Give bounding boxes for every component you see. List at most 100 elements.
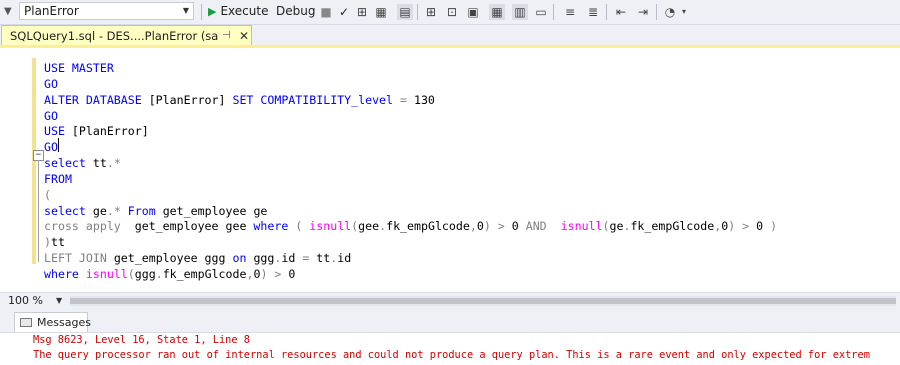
query-options-icon[interactable]: ▦ xyxy=(373,4,389,20)
code-token: SET COMPATIBILITY_level xyxy=(232,92,400,107)
code-line[interactable]: ( xyxy=(44,188,777,204)
code-token: 0 xyxy=(288,266,296,281)
database-select[interactable]: PlanError ▼ xyxy=(19,2,194,20)
query-editor[interactable]: − USE MASTER GO ALTER DATABASE [PlanError]… xyxy=(0,48,900,292)
code-line[interactable]: GO xyxy=(44,77,777,93)
toolbar-separator xyxy=(656,4,657,20)
toolbar-options-icon[interactable]: ▼ xyxy=(4,3,16,20)
code-token: on xyxy=(232,251,254,266)
code-token: ( xyxy=(127,266,135,281)
change-tracking-bar xyxy=(32,58,36,264)
execute-label: Execute xyxy=(220,4,269,18)
code-token: ) xyxy=(44,235,51,250)
live-stats-icon[interactable]: ⊡ xyxy=(444,4,460,20)
code-line[interactable]: USE [PlanError] xyxy=(44,124,777,140)
code-line[interactable]: )tt xyxy=(44,235,777,251)
code-token: where xyxy=(253,219,296,234)
code-token: GO xyxy=(44,76,58,91)
results-to-text-icon[interactable]: ▤ xyxy=(397,4,413,20)
zoom-level[interactable]: 100 % xyxy=(8,294,43,307)
code-token: From xyxy=(127,203,163,218)
results-to-grid-icon[interactable]: ▦ xyxy=(489,4,505,20)
code-token: ( xyxy=(602,219,610,234)
parse-check-icon[interactable]: ✓ xyxy=(336,4,352,20)
code-token: AND xyxy=(525,219,561,234)
code-line[interactable]: select tt.* xyxy=(44,156,777,172)
code-line[interactable]: USE MASTER xyxy=(44,61,777,77)
code-token: [PlanError] xyxy=(148,92,233,107)
stop-icon[interactable]: ■ xyxy=(318,4,334,20)
code-token: 0 xyxy=(476,219,484,234)
code-token: 0 xyxy=(756,219,771,234)
code-text[interactable]: USE MASTER GO ALTER DATABASE [PlanError] S… xyxy=(44,61,777,283)
code-token: ALTER DATABASE xyxy=(44,92,149,107)
scrollbar-thumb[interactable] xyxy=(70,298,896,304)
code-token: get_employee gee xyxy=(134,219,254,234)
pin-icon[interactable]: ⊣ xyxy=(222,26,231,46)
code-token: .* xyxy=(106,156,121,171)
database-select-value: PlanError xyxy=(24,4,79,18)
code-token: [PlanError] xyxy=(71,124,149,139)
code-token: ( xyxy=(295,219,310,234)
code-token: select xyxy=(44,203,93,218)
code-line[interactable]: GO xyxy=(44,109,777,125)
comment-icon[interactable]: ≡ xyxy=(562,4,578,20)
error-message-line: The query processor ran out of internal … xyxy=(33,349,870,361)
error-message-line: Msg 8623, Level 16, State 1, Line 8 xyxy=(33,334,250,346)
chevron-down-icon: ▼ xyxy=(182,6,189,15)
debug-button[interactable]: Debug xyxy=(276,3,315,20)
toolbar-separator xyxy=(606,4,607,20)
tab-messages[interactable]: Messages xyxy=(14,312,91,332)
uncomment-icon[interactable]: ≣ xyxy=(585,4,601,20)
code-token: GO xyxy=(44,108,58,123)
code-token: 0 xyxy=(511,219,526,234)
execute-button[interactable]: ▶ Execute xyxy=(208,3,268,20)
text-caret xyxy=(58,138,59,152)
code-token: USE xyxy=(44,124,72,139)
code-line[interactable]: cross apply get_employee gee where ( isn… xyxy=(44,219,777,235)
code-token: ) xyxy=(770,219,778,234)
code-token: USE MASTER xyxy=(44,61,114,75)
decrease-indent-icon[interactable]: ⇤ xyxy=(613,4,629,20)
code-token: = xyxy=(400,92,414,107)
code-line[interactable]: where isnull(ggg.fk_empGlcode,0) > 0 xyxy=(44,267,777,283)
tab-messages-label: Messages xyxy=(37,316,91,329)
code-token: ggg xyxy=(134,266,156,281)
code-token: cross apply xyxy=(44,219,135,234)
code-line[interactable]: GO xyxy=(44,140,777,156)
code-token: where xyxy=(44,266,86,281)
horizontal-scrollbar[interactable] xyxy=(70,296,896,306)
code-token: ggg xyxy=(253,251,275,266)
include-plan-icon[interactable]: ⊞ xyxy=(423,4,439,20)
code-token: ) > xyxy=(483,219,512,234)
code-token: isnull xyxy=(85,266,128,281)
code-token: LEFT JOIN xyxy=(44,251,114,266)
toolbar-separator xyxy=(553,4,554,20)
code-token: , xyxy=(469,219,477,234)
chevron-down-icon[interactable]: ▼ xyxy=(56,294,62,307)
code-token: GO xyxy=(44,140,58,155)
code-line[interactable]: select ge.* From get_employee ge xyxy=(44,204,777,220)
code-line[interactable]: LEFT JOIN get_employee ggg on ggg.id = t… xyxy=(44,251,777,267)
code-line[interactable]: ALTER DATABASE [PlanError] SET COMPATIBI… xyxy=(44,93,777,109)
results-to-file-icon[interactable]: ▥ xyxy=(512,4,528,20)
results-file-icon[interactable]: ▭ xyxy=(533,4,549,20)
document-tab[interactable]: SQLQuery1.sql - DES....PlanError (sa (54… xyxy=(1,25,252,63)
increase-indent-icon[interactable]: ⇥ xyxy=(635,4,651,20)
toolbar-overflow-icon[interactable]: ▾ xyxy=(676,4,692,20)
code-token: get_employee ge xyxy=(162,203,268,218)
client-stats-icon[interactable]: ▣ xyxy=(465,4,481,20)
code-token: gee xyxy=(358,219,380,234)
outline-guide xyxy=(38,160,39,262)
estimated-plan-icon[interactable]: ⊞ xyxy=(354,4,370,20)
code-token: fk_empGlcode xyxy=(386,219,470,234)
close-icon[interactable]: ✕ xyxy=(239,26,249,46)
code-token: tt xyxy=(50,235,65,250)
toolbar-separator xyxy=(417,4,418,20)
messages-icon xyxy=(20,318,32,327)
code-token: ) > xyxy=(260,266,289,281)
code-token: id xyxy=(281,251,303,266)
toolbar-separator xyxy=(201,4,202,20)
code-line[interactable]: FROM xyxy=(44,172,777,188)
code-token: ) > xyxy=(728,219,757,234)
